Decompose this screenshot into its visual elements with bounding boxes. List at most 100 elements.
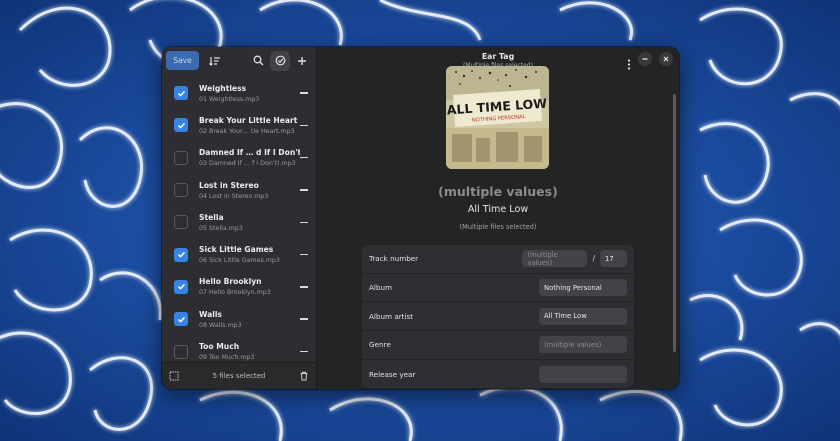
track-title[interactable]: (multiple values) [317, 184, 679, 199]
files-selected-caption: (Multiple files selected) [459, 223, 537, 231]
delete-button[interactable] [298, 370, 310, 382]
file-name: 03 Damned If … f I Don't).mp3 [199, 160, 296, 168]
list-item[interactable]: Stella 05 Stella.mp3 [162, 206, 316, 238]
track-number-row: Track number (multiple values) / 17 [362, 245, 634, 274]
file-name: 07 Hello Brooklyn.mp3 [199, 289, 271, 297]
list-item[interactable]: Lost in Stereo 04 Lost in Stereo.mp3 [162, 174, 316, 206]
sort-button[interactable] [205, 51, 225, 71]
list-item[interactable]: Too Much 09 Too Much.mp3 [162, 335, 316, 362]
album-artist-label: Album artist [369, 311, 414, 321]
kebab-menu-icon [627, 59, 631, 70]
selected-count: 5 files selected [212, 372, 266, 380]
window-title: Ear Tag [481, 52, 515, 61]
remove-file-button[interactable] [300, 124, 308, 127]
file-checkbox[interactable] [174, 312, 188, 327]
save-button[interactable]: Save [166, 51, 199, 70]
file-checkbox[interactable] [174, 279, 188, 294]
file-name: 09 Too Much.mp3 [199, 354, 255, 362]
search-icon [253, 55, 263, 66]
file-text: Walls 08 Walls.mp3 [199, 310, 300, 329]
file-text: Sick Little Games 06 Sick Little Games.m… [199, 245, 300, 264]
tag-properties: Track number (multiple values) / 17 Albu… [362, 245, 634, 389]
minimize-icon [642, 58, 648, 60]
album-artist-row: Album artist All Time Low [362, 302, 634, 332]
file-title: Walls [199, 309, 222, 319]
check-circle-icon [275, 55, 285, 66]
track-number-label: Track number [369, 254, 419, 264]
menu-button[interactable] [627, 55, 631, 74]
checkmark-icon [177, 284, 185, 291]
list-item[interactable]: Break Your Little Heart 02 Break Your… t… [162, 109, 316, 141]
file-checkbox[interactable] [174, 150, 188, 165]
list-item[interactable]: Hello Brooklyn 07 Hello Brooklyn.mp3 [162, 271, 316, 303]
file-title: Too Much [199, 342, 240, 352]
file-checkbox[interactable] [174, 118, 188, 133]
close-icon [663, 56, 669, 62]
list-item[interactable]: Damned If … d If I Don't) 03 Damned If …… [162, 142, 316, 174]
remove-file-button[interactable] [300, 156, 308, 159]
select-mode-button[interactable] [270, 50, 290, 71]
remove-file-button[interactable] [300, 92, 308, 94]
remove-file-button[interactable] [300, 189, 308, 191]
file-checkbox[interactable] [174, 86, 188, 101]
select-all-button[interactable] [168, 370, 180, 382]
list-item[interactable]: Weightless 01 Weightless.mp3 [162, 77, 316, 109]
file-title: Stella [199, 212, 224, 222]
remove-file-button[interactable] [300, 318, 308, 320]
album-row: Album Nothing Personal [362, 274, 634, 303]
file-text: Lost in Stereo 04 Lost in Stereo.mp3 [199, 181, 300, 200]
checkmark-icon [177, 316, 185, 323]
file-text: Hello Brooklyn 07 Hello Brooklyn.mp3 [199, 277, 300, 296]
sidebar-header: Save [162, 47, 316, 74]
file-name: 05 Stella.mp3 [199, 224, 243, 232]
genre-row: Genre (multiple values) [362, 331, 634, 360]
file-text: Damned If … d If I Don't) 03 Damned If …… [199, 148, 300, 167]
file-name: 01 Weightless.mp3 [199, 95, 260, 103]
file-text: Weightless 01 Weightless.mp3 [199, 84, 300, 103]
album-field[interactable]: Nothing Personal [539, 279, 627, 297]
file-checkbox[interactable] [174, 247, 188, 262]
remove-file-button[interactable] [300, 221, 308, 224]
file-name: 06 Sick Little Games.mp3 [199, 257, 280, 265]
file-list: Weightless 01 Weightless.mp3 Break Your … [162, 74, 316, 362]
file-name: 08 Walls.mp3 [199, 321, 242, 329]
minimize-button[interactable] [638, 52, 652, 66]
checkmark-icon [177, 122, 185, 129]
remove-file-button[interactable] [300, 286, 308, 288]
search-button[interactable] [248, 51, 268, 71]
list-item[interactable]: Sick Little Games 06 Sick Little Games.m… [162, 238, 316, 270]
remove-file-button[interactable] [300, 350, 308, 353]
file-checkbox[interactable] [174, 344, 188, 359]
file-title: Weightless [199, 83, 247, 93]
album-cover[interactable]: ALL TIME LOW NOTHING PERSONAL [446, 66, 549, 169]
sort-icon [209, 56, 220, 66]
track-number-field[interactable]: (multiple values) [522, 250, 588, 268]
file-checkbox[interactable] [174, 215, 188, 230]
album-artist-field[interactable]: All Time Low [539, 307, 627, 325]
release-year-field[interactable] [539, 365, 627, 383]
scrollbar[interactable] [673, 94, 676, 352]
sidebar-footer: 5 files selected [162, 362, 316, 389]
file-name: 02 Break Your… tle Heart.mp3 [199, 127, 295, 135]
genre-field[interactable]: (multiple values) [539, 336, 627, 354]
checkmark-icon [177, 252, 185, 258]
file-title: Lost in Stereo [199, 180, 259, 190]
album-label: Album [369, 283, 393, 293]
file-checkbox[interactable] [174, 183, 188, 198]
file-text: Stella 05 Stella.mp3 [199, 213, 300, 232]
file-name: 04 Lost in Stereo.mp3 [199, 192, 269, 200]
add-file-button[interactable] [292, 51, 312, 71]
track-total-field[interactable]: 17 [600, 250, 627, 268]
file-text: Break Your Little Heart 02 Break Your… t… [199, 116, 300, 135]
genre-label: Genre [369, 340, 391, 350]
track-separator: / [592, 254, 595, 264]
checkmark-icon [177, 90, 185, 97]
file-sidebar: Save Weightless 01 Weightless.mp3 Break … [162, 47, 317, 389]
file-title: Break Your Little Heart [199, 115, 298, 125]
list-item[interactable]: Walls 08 Walls.mp3 [162, 303, 316, 335]
plus-icon [298, 56, 306, 65]
file-title: Sick Little Games [199, 245, 274, 255]
remove-file-button[interactable] [300, 253, 308, 256]
close-button[interactable] [659, 52, 673, 66]
track-artist[interactable]: All Time Low [317, 204, 679, 215]
